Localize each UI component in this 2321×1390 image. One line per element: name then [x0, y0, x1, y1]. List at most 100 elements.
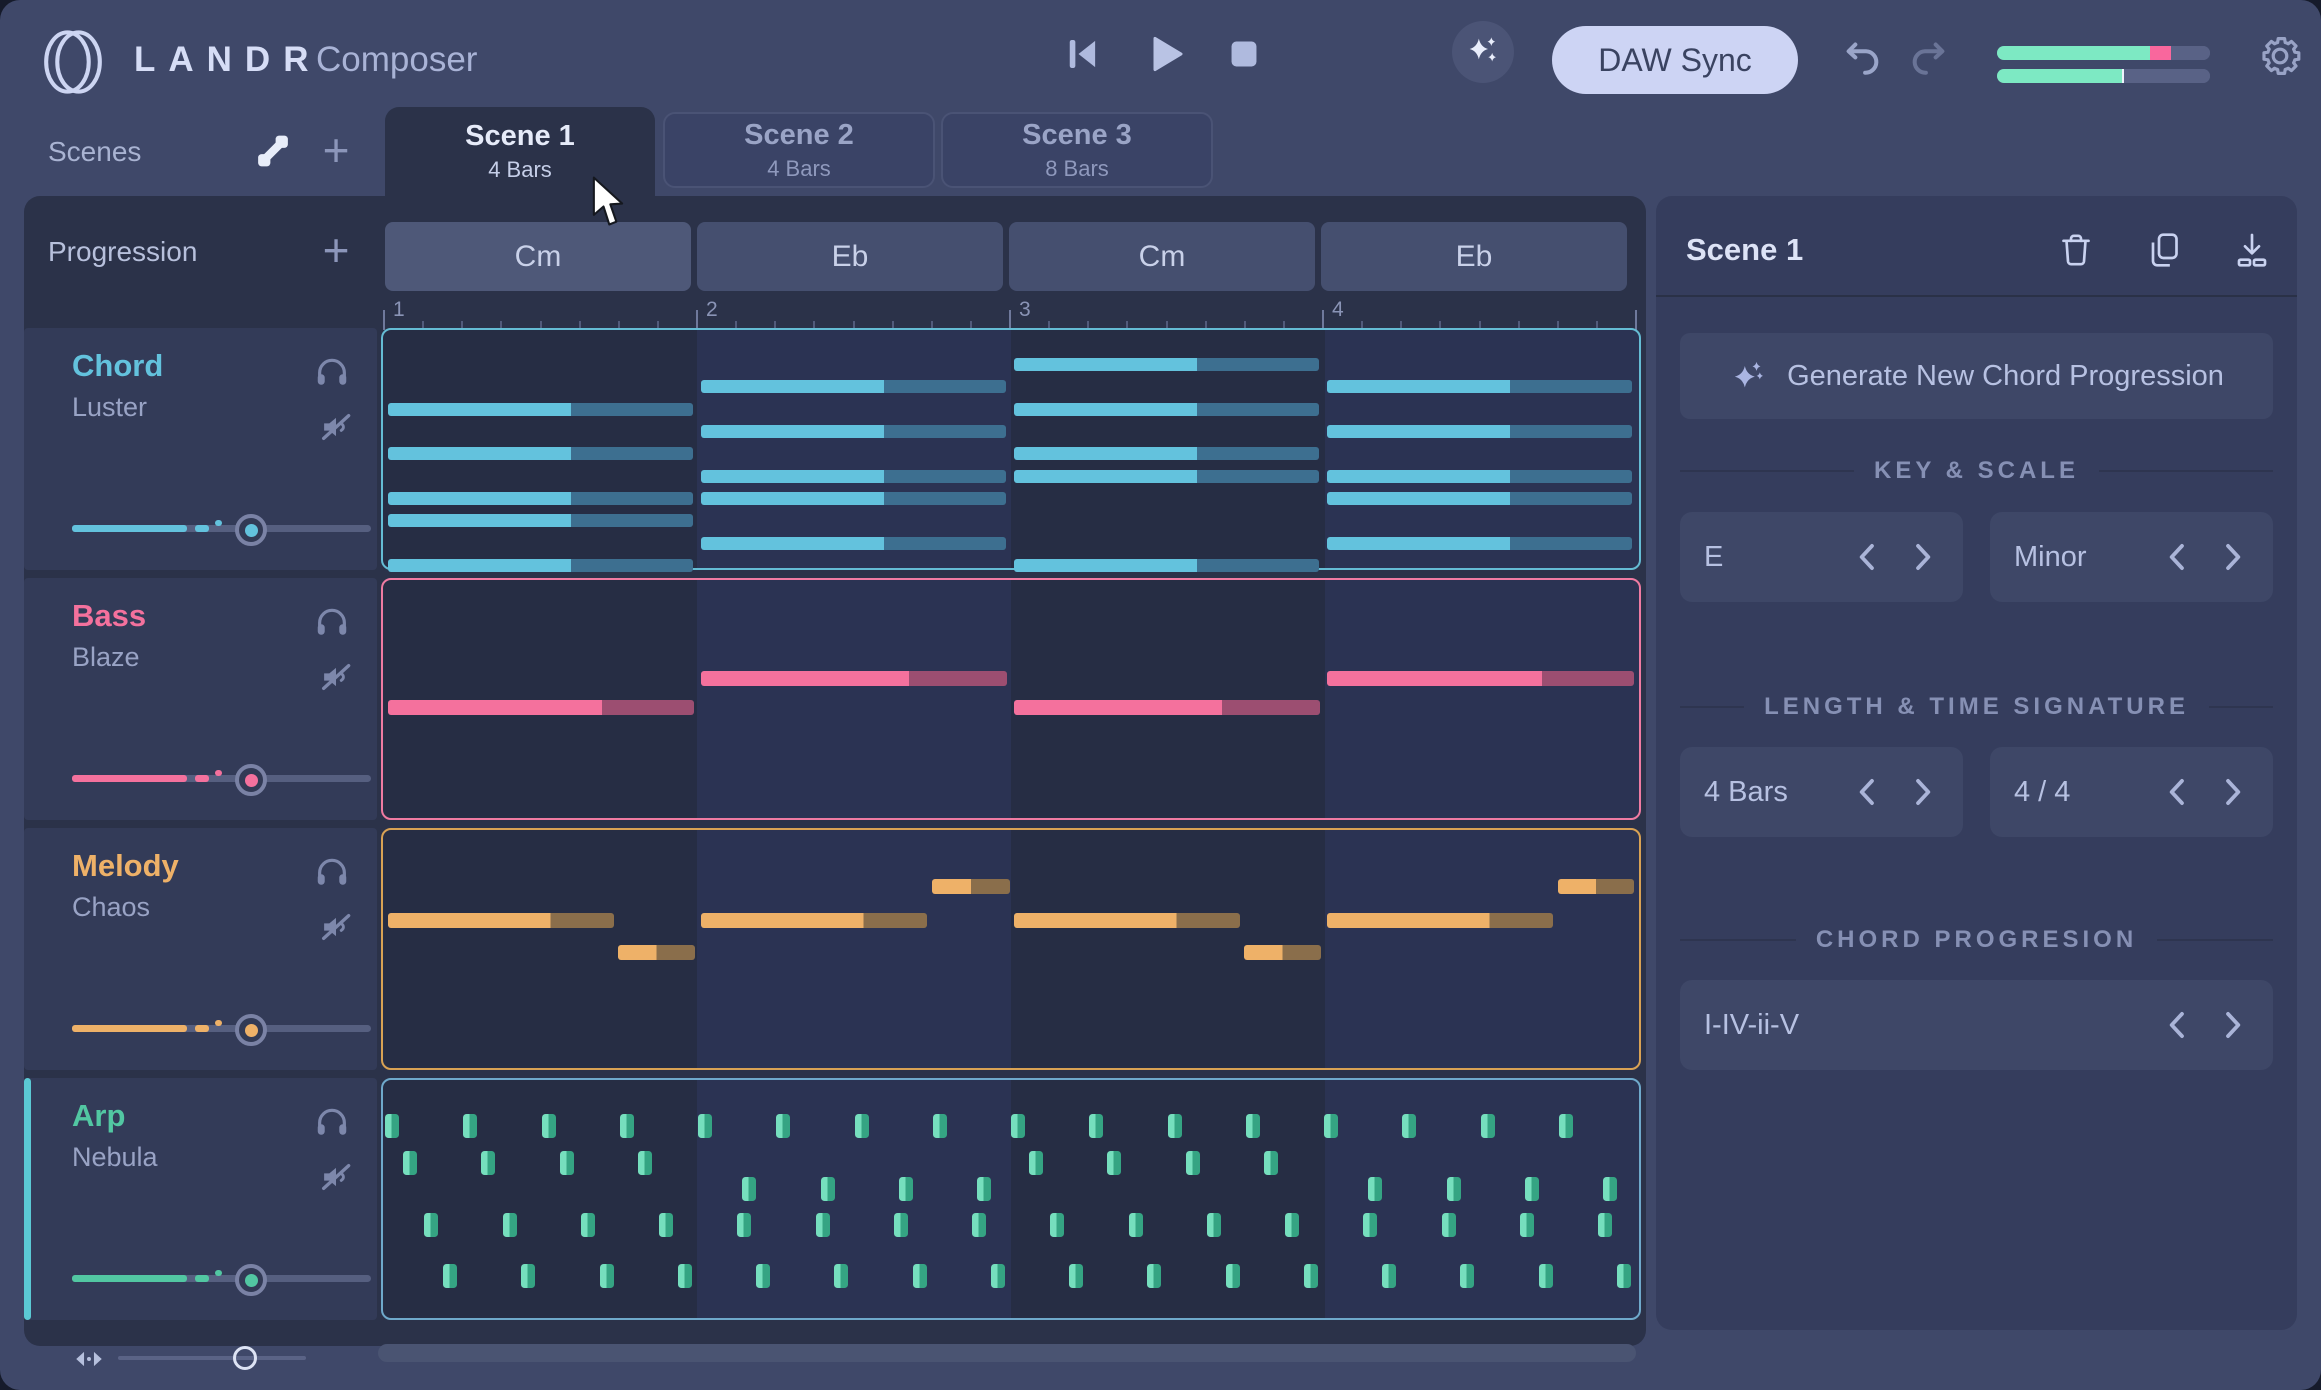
midi-note[interactable] [932, 879, 1010, 894]
arp-note[interactable] [581, 1213, 595, 1237]
arp-note[interactable] [1617, 1264, 1631, 1288]
stepper-key-scale-1[interactable]: E [1680, 512, 1963, 602]
arp-note[interactable] [1029, 1151, 1043, 1175]
midi-note[interactable] [701, 380, 1006, 393]
undo-button[interactable] [1840, 34, 1886, 80]
arp-note[interactable] [503, 1213, 517, 1237]
stepper-next-button[interactable] [1903, 538, 1941, 576]
arp-note[interactable] [972, 1213, 986, 1237]
arp-note[interactable] [894, 1213, 908, 1237]
midi-note[interactable] [1014, 700, 1321, 715]
stepper-prev-button[interactable] [2159, 773, 2197, 811]
arp-note[interactable] [899, 1177, 913, 1201]
arp-note[interactable] [1246, 1114, 1260, 1138]
midi-note[interactable] [1244, 945, 1322, 960]
arp-note[interactable] [1520, 1213, 1534, 1237]
stepper-prev-button[interactable] [2159, 538, 2197, 576]
arp-note[interactable] [742, 1177, 756, 1201]
midi-note[interactable] [1327, 425, 1632, 438]
volume-slider-knob[interactable] [235, 514, 267, 546]
midi-note[interactable] [388, 492, 693, 505]
arp-note[interactable] [1186, 1151, 1200, 1175]
midi-note[interactable] [388, 700, 695, 715]
arp-note[interactable] [1447, 1177, 1461, 1201]
horizontal-scrollbar[interactable] [378, 1344, 1636, 1362]
scene-chain-button[interactable] [252, 130, 294, 172]
arp-note[interactable] [1539, 1264, 1553, 1288]
stepper-next-button[interactable] [2213, 538, 2251, 576]
chord-cell-1[interactable]: Cm [385, 222, 691, 291]
arp-note[interactable] [1285, 1213, 1299, 1237]
duplicate-scene-button[interactable] [2144, 230, 2184, 270]
midi-note[interactable] [1327, 913, 1554, 928]
stepper-key-scale-2[interactable]: Minor [1990, 512, 2273, 602]
redo-button[interactable] [1905, 34, 1951, 80]
midi-note[interactable] [1014, 403, 1319, 416]
arp-note[interactable] [1147, 1264, 1161, 1288]
midi-note[interactable] [701, 913, 928, 928]
daw-sync-button[interactable]: DAW Sync [1552, 26, 1798, 94]
arp-note[interactable] [1363, 1213, 1377, 1237]
arp-note[interactable] [821, 1177, 835, 1201]
midi-note[interactable] [701, 492, 1006, 505]
stepper-next-button[interactable] [2213, 1006, 2251, 1044]
midi-note[interactable] [618, 945, 696, 960]
arp-note[interactable] [1011, 1114, 1025, 1138]
arp-note[interactable] [560, 1151, 574, 1175]
arp-note[interactable] [1442, 1213, 1456, 1237]
midi-note[interactable] [1014, 447, 1319, 460]
midi-note[interactable] [701, 537, 1006, 550]
arp-note[interactable] [1207, 1213, 1221, 1237]
arp-note[interactable] [834, 1264, 848, 1288]
midi-note[interactable] [701, 671, 1008, 686]
ai-assistant-button[interactable] [1452, 21, 1514, 83]
play-button[interactable] [1139, 28, 1191, 80]
piano-roll-lane-melody[interactable] [381, 828, 1641, 1070]
arp-note[interactable] [463, 1114, 477, 1138]
arp-note[interactable] [620, 1114, 634, 1138]
stepper-length-time-signature-1[interactable]: 4 Bars [1680, 747, 1963, 837]
solo-headphones-button[interactable] [313, 354, 351, 392]
arp-note[interactable] [600, 1264, 614, 1288]
arp-note[interactable] [913, 1264, 927, 1288]
arp-note[interactable] [678, 1264, 692, 1288]
midi-note[interactable] [1327, 470, 1632, 483]
midi-note[interactable] [388, 403, 693, 416]
stepper-chord-progresion-1[interactable]: I-IV-ii-V [1680, 980, 2273, 1070]
stepper-prev-button[interactable] [1849, 773, 1887, 811]
midi-note[interactable] [388, 447, 693, 460]
stepper-length-time-signature-2[interactable]: 4 / 4 [1990, 747, 2273, 837]
arp-note[interactable] [1069, 1264, 1083, 1288]
midi-note[interactable] [388, 514, 693, 527]
volume-slider[interactable] [72, 764, 371, 794]
solo-headphones-button[interactable] [313, 854, 351, 892]
midi-note[interactable] [1327, 492, 1632, 505]
arp-note[interactable] [1382, 1264, 1396, 1288]
arp-note[interactable] [816, 1213, 830, 1237]
arp-note[interactable] [659, 1213, 673, 1237]
arp-note[interactable] [443, 1264, 457, 1288]
arp-note[interactable] [737, 1213, 751, 1237]
arp-note[interactable] [855, 1114, 869, 1138]
mute-button[interactable] [317, 408, 355, 446]
arp-note[interactable] [638, 1151, 652, 1175]
scene-tab-3[interactable]: Scene 38 Bars [941, 112, 1213, 188]
arp-note[interactable] [542, 1114, 556, 1138]
chord-cell-3[interactable]: Cm [1009, 222, 1315, 291]
arp-note[interactable] [1402, 1114, 1416, 1138]
arp-note[interactable] [991, 1264, 1005, 1288]
arp-note[interactable] [1481, 1114, 1495, 1138]
volume-slider-knob[interactable] [235, 764, 267, 796]
horizontal-zoom-button[interactable] [72, 1342, 106, 1376]
arp-note[interactable] [521, 1264, 535, 1288]
settings-button[interactable] [2256, 32, 2304, 80]
track-header-bass[interactable]: BassBlaze [24, 578, 377, 820]
arp-note[interactable] [1264, 1151, 1278, 1175]
volume-slider-knob[interactable] [235, 1264, 267, 1296]
volume-slider-knob[interactable] [235, 1014, 267, 1046]
stepper-next-button[interactable] [1903, 773, 1941, 811]
stepper-prev-button[interactable] [1849, 538, 1887, 576]
solo-headphones-button[interactable] [313, 604, 351, 642]
add-scene-button[interactable]: + [314, 128, 358, 172]
midi-note[interactable] [1014, 559, 1319, 572]
